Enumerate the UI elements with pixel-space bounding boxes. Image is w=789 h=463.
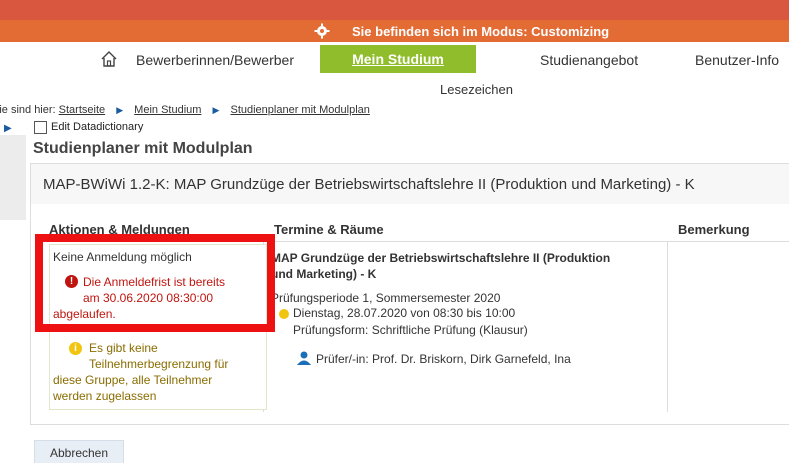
column-header-bemerkung: Bemerkung (678, 222, 750, 237)
examiners: Prüfer/-in: Prof. Dr. Briskorn, Dirk Gar… (316, 352, 571, 366)
info-line: Teilnehmerbegrenzung für (89, 357, 229, 371)
main-navigation: Bewerberinnen/Bewerber Mein Studium Stud… (0, 45, 789, 73)
nav-item-bewerber[interactable]: Bewerberinnen/Bewerber (136, 52, 294, 68)
page-title: Studienplaner mit Modulplan (33, 140, 253, 157)
termin-details: MAP Grundzüge der Betriebswirtschaftsleh… (271, 250, 661, 306)
breadcrumb-studienplaner[interactable]: Studienplaner mit Modulplan (230, 104, 369, 116)
cancel-button[interactable]: Abbrechen (34, 440, 124, 463)
breadcrumb: Sie sind hier: Startseite ▶ Mein Studium… (0, 104, 370, 116)
breadcrumb-prefix: Sie sind hier: (0, 104, 56, 116)
breadcrumb-separator-icon: ▶ (212, 105, 220, 115)
breadcrumb-mein-studium[interactable]: Mein Studium (134, 104, 201, 116)
info-line: Es gibt keine (89, 341, 158, 355)
module-panel-header: MAP-BWiWi 1.2-K: MAP Grundzüge der Betri… (31, 164, 789, 204)
exam-date: Dienstag, 28.07.2020 von 08:30 bis 10:00 (293, 306, 516, 320)
column-divider (667, 242, 668, 412)
nav-item-benutzer-info[interactable]: Benutzer-Info (695, 52, 779, 68)
customizing-mode-bar: Sie befinden sich im Modus: Customizing (0, 20, 789, 42)
breadcrumb-startseite[interactable]: Startseite (59, 104, 105, 116)
nav-item-mein-studium[interactable]: Mein Studium (320, 45, 476, 73)
edit-datadictionary-checkbox[interactable] (34, 121, 47, 134)
module-panel: MAP-BWiWi 1.2-K: MAP Grundzüge der Betri… (30, 163, 789, 425)
top-header-strip (0, 0, 789, 20)
home-icon[interactable] (100, 50, 118, 68)
clock-icon (279, 309, 289, 319)
nav-item-studienangebot[interactable]: Studienangebot (540, 52, 638, 68)
exam-period: Prüfungsperiode 1, Sommersemester 2020 (271, 291, 501, 305)
highlight-frame (35, 234, 275, 332)
module-title: MAP-BWiWi 1.2-K: MAP Grundzüge der Betri… (43, 176, 695, 193)
exam-form: Prüfungsform: Schriftliche Prüfung (Klau… (293, 323, 528, 337)
gear-icon[interactable] (314, 23, 330, 39)
edit-datadictionary-label: Edit Datadictionary (51, 121, 144, 133)
info-line: diese Gruppe, alle Teilnehmer (53, 373, 213, 387)
expand-sidebar-icon[interactable]: ▶ (4, 123, 12, 134)
exam-title-line: und Marketing) - K (271, 267, 377, 281)
column-header-termine: Termine & Räume (274, 222, 384, 237)
info-message: Es gibt keine Teilnehmerbegrenzung für d… (53, 340, 269, 404)
info-line: werden zugelassen (53, 389, 157, 403)
bookmarks-link[interactable]: Lesezeichen (440, 82, 513, 97)
mode-text: Sie befinden sich im Modus: Customizing (352, 24, 610, 39)
collapsed-sidebar (0, 135, 26, 220)
breadcrumb-separator-icon: ▶ (116, 105, 124, 115)
exam-title-line: MAP Grundzüge der Betriebswirtschaftsleh… (271, 251, 611, 265)
